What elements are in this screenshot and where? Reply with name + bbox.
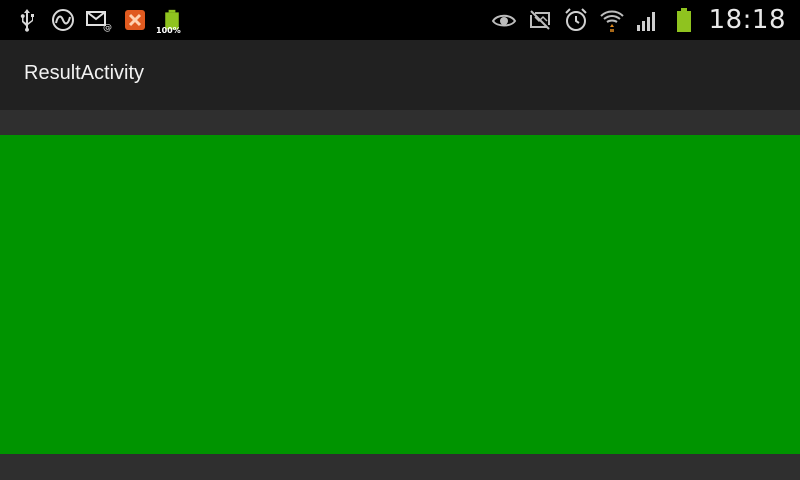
usb-icon [14,7,40,33]
wifi-icon [599,7,625,33]
android-screen: @ 100% 18:18 ResultActivity [0,0,800,480]
system-icons: 18:18 [491,4,786,36]
battery-icon [671,7,697,33]
notification-icons: @ 100% [14,4,186,36]
status-bar: @ 100% 18:18 [0,0,800,40]
signal-icon [635,7,661,33]
content-top-spacer [0,110,800,135]
svg-text:@: @ [103,23,112,33]
status-clock: 18:18 [708,5,786,35]
email-icon: @ [86,7,112,33]
battery-percent-label: 100% [156,26,181,35]
action-bar: ResultActivity [0,40,800,110]
alarm-icon [563,7,589,33]
content-bottom-spacer [0,454,800,480]
activity-title: ResultActivity [24,62,145,84]
result-color-panel [0,135,800,454]
no-sim-icon [527,7,553,33]
eye-icon [491,7,517,33]
battery-full-icon: 100% [156,7,186,35]
sync-icon [50,7,76,33]
app-icon [122,7,148,33]
